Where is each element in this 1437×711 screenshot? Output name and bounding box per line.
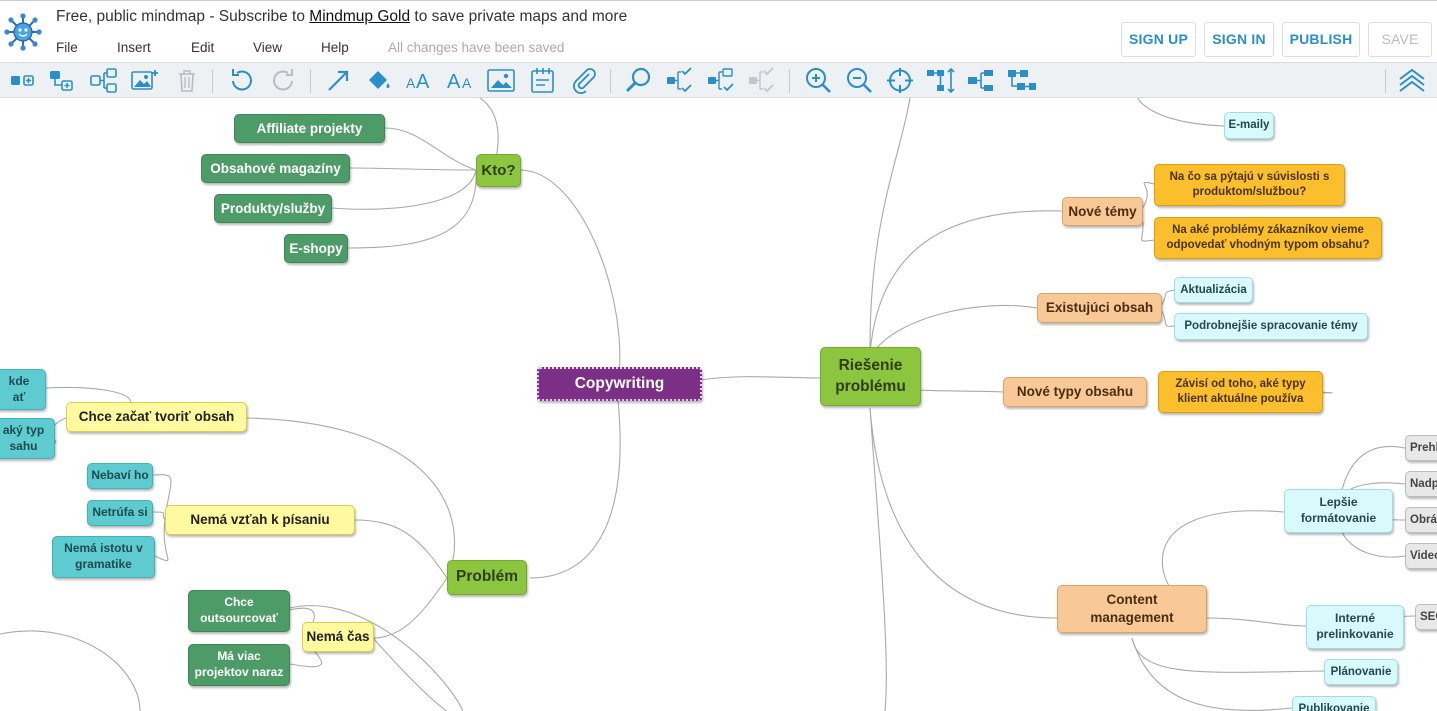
menu-file[interactable]: File — [56, 40, 117, 55]
undo-icon[interactable] — [227, 66, 257, 95]
node-interne[interactable]: Interné prelinkovanie — [1306, 605, 1404, 649]
node-outsourcovat[interactable]: Chce outsourcovať — [188, 590, 290, 632]
attachment-icon[interactable] — [569, 66, 599, 95]
svg-text:A: A — [447, 71, 461, 93]
save-status: All changes have been saved — [388, 40, 565, 55]
node-na-ake[interactable]: Na aké problémy zákazníkov vieme odpoved… — [1154, 217, 1382, 259]
node-prehl[interactable]: Prehl — [1405, 435, 1437, 461]
title-suffix: to save private maps and more — [410, 8, 628, 25]
layout-standard-icon[interactable] — [967, 66, 997, 95]
add-sibling-icon[interactable] — [48, 66, 78, 95]
node-affiliate[interactable]: Affiliate projekty — [234, 114, 385, 143]
menu-bar: File Insert Edit View Help All changes have b… — [56, 40, 564, 55]
node-na-co[interactable]: Na čo sa pýtajú v súvislosti s produktom… — [1154, 164, 1345, 206]
node-planovanie[interactable]: Plánovanie — [1324, 659, 1398, 685]
node-viac-projektov[interactable]: Má viac projektov naraz — [188, 644, 290, 686]
toolbar-separator — [1385, 69, 1386, 93]
node-istota[interactable]: Nemá istotu v gramatike — [52, 536, 155, 578]
node-lepsie[interactable]: Lepšie formátovanie — [1284, 489, 1393, 533]
zoom-in-icon[interactable] — [803, 66, 833, 95]
title-line: Free, public mindmap - Subscribe to Mind… — [56, 8, 627, 26]
sign-up-button[interactable]: SIGN UP — [1121, 22, 1196, 57]
mindmap-canvas[interactable]: Copywriting Kto? Affiliate projekty Obsa… — [0, 98, 1437, 711]
note-icon[interactable] — [528, 66, 558, 95]
delete-icon[interactable] — [172, 66, 202, 95]
svg-text:A: A — [416, 71, 430, 93]
node-video[interactable]: Video — [1405, 543, 1437, 569]
node-nebavi[interactable]: Nebaví ho — [87, 463, 153, 489]
menu-view[interactable]: View — [253, 40, 321, 55]
node-publikovanie[interactable]: Publikovanie — [1292, 696, 1376, 711]
node-obra[interactable]: Obrá — [1405, 507, 1437, 533]
node-kto[interactable]: Kto? — [476, 154, 521, 187]
node-seo[interactable]: SEO — [1415, 604, 1437, 630]
menu-edit[interactable]: Edit — [191, 40, 253, 55]
mindmup-gold-link[interactable]: Mindmup Gold — [309, 8, 410, 25]
zoom-out-icon[interactable] — [844, 66, 874, 95]
node-riesenie[interactable]: Riešenie problému — [820, 347, 921, 406]
node-eshopy[interactable]: E-shopy — [284, 234, 348, 263]
node-produkty[interactable]: Produkty/služby — [214, 194, 332, 223]
title-prefix: Free, public mindmap - Subscribe to — [56, 8, 310, 25]
node-netrufa[interactable]: Netrúfa si — [87, 500, 153, 526]
clear-progress-icon[interactable] — [747, 66, 777, 95]
node-nema-cas[interactable]: Nemá čas — [302, 622, 374, 652]
node-magaziny[interactable]: Obsahové magazíny — [201, 154, 350, 183]
node-podrobnejsie[interactable]: Podrobnejšie spracovanie témy — [1174, 313, 1368, 340]
toolbar-separator — [310, 69, 311, 93]
search-icon[interactable] — [624, 66, 654, 95]
node-chce-child[interactable]: kde ať — [0, 369, 46, 410]
menu-insert[interactable]: Insert — [117, 40, 191, 55]
increase-font-icon[interactable]: AA — [405, 66, 435, 95]
layout-top-down-icon[interactable] — [926, 66, 956, 95]
node-aktualizacia[interactable]: Aktualizácia — [1174, 277, 1253, 303]
node-problem[interactable]: Problém — [447, 560, 527, 595]
add-child-icon[interactable] — [8, 66, 38, 95]
save-button[interactable]: SAVE — [1368, 22, 1432, 57]
node-emaily[interactable]: E-maily — [1224, 112, 1274, 139]
sign-in-button[interactable]: SIGN IN — [1204, 22, 1274, 57]
insert-parent-icon[interactable] — [89, 66, 119, 95]
add-image-icon[interactable] — [130, 66, 160, 95]
node-chce[interactable]: Chce začať tvoriť obsah — [66, 402, 247, 432]
node-nema-vztah[interactable]: Nemá vzťah k písaniu — [165, 505, 355, 535]
node-content-management[interactable]: Content management — [1057, 585, 1207, 633]
add-link-icon[interactable] — [324, 66, 354, 95]
progress-icon[interactable] — [706, 66, 736, 95]
toggle-collapse-icon[interactable] — [665, 66, 695, 95]
layout-org-icon[interactable] — [1007, 66, 1037, 95]
menu-help[interactable]: Help — [321, 40, 388, 55]
svg-text:A: A — [462, 75, 472, 91]
toolbar-separator — [212, 69, 213, 93]
fill-color-icon[interactable] — [364, 66, 394, 95]
collapse-toolbar-icon[interactable] — [1397, 66, 1427, 95]
mindmup-logo-icon[interactable] — [4, 13, 42, 51]
app-header: Free, public mindmap - Subscribe to Mind… — [0, 0, 1437, 62]
node-zavisi[interactable]: Závisí od toho, aké typy klient aktuálne… — [1158, 371, 1323, 413]
decrease-font-icon[interactable]: AA — [446, 66, 476, 95]
toolbar: AA AA — [0, 62, 1437, 98]
node-image-icon[interactable] — [486, 66, 516, 95]
node-nadp[interactable]: Nadp — [1405, 471, 1437, 497]
publish-button[interactable]: PUBLISH — [1282, 22, 1360, 57]
node-chce-child[interactable]: aký typ sahu — [0, 418, 55, 459]
node-root[interactable]: Copywriting — [537, 367, 702, 401]
node-nove-temy[interactable]: Nové témy — [1062, 197, 1143, 226]
node-nove-typy[interactable]: Nové typy obsahu — [1003, 377, 1147, 407]
toolbar-separator — [789, 69, 790, 93]
reset-view-icon[interactable] — [885, 66, 915, 95]
toolbar-separator — [610, 69, 611, 93]
svg-text:A: A — [406, 75, 416, 91]
node-existujuci[interactable]: Existujúci obsah — [1037, 293, 1162, 323]
redo-icon[interactable] — [268, 66, 298, 95]
